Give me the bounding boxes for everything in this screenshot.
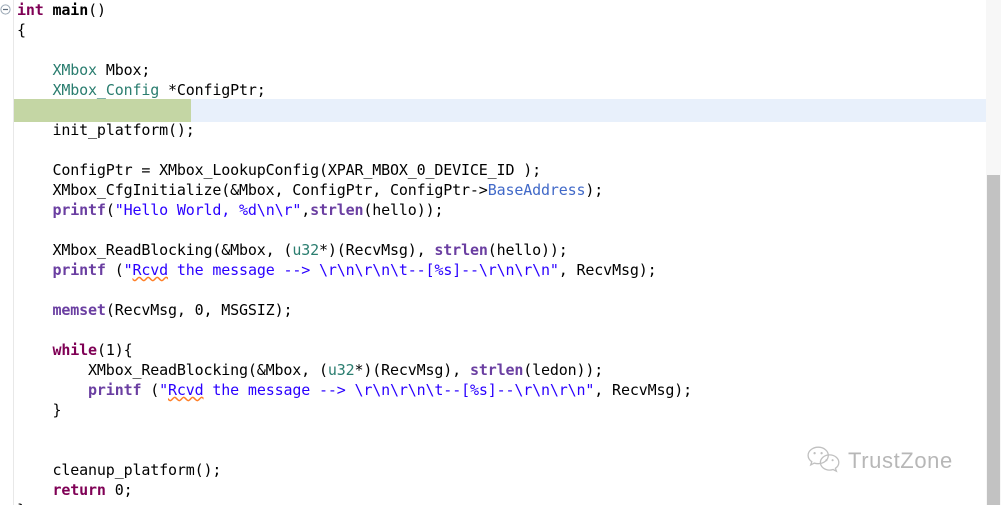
code-token: the message --> \r\n\r\n\t--[%s]--\r\n\r… [168, 261, 559, 279]
code-line[interactable] [13, 280, 692, 300]
code-token: ( [105, 201, 115, 219]
code-token: main [52, 1, 89, 19]
code-line[interactable]: XMbox Mbox; [13, 60, 692, 80]
folding-gutter[interactable] [0, 0, 14, 505]
code-token: (ledon)); [523, 361, 604, 379]
code-line[interactable]: while(1){ [13, 340, 692, 360]
code-token: strlen [469, 361, 524, 379]
code-line[interactable] [13, 220, 692, 240]
code-line[interactable]: ConfigPtr = XMbox_LookupConfig(XPAR_MBOX… [13, 160, 692, 180]
code-line[interactable]: cleanup_platform(); [13, 460, 692, 480]
code-token: () [88, 1, 106, 19]
code-token: strlen [434, 241, 488, 259]
code-token: , RecvMsg); [558, 261, 657, 279]
code-token: u32 [292, 241, 319, 259]
code-token: (RecvMsg, 0, MSGSIZ); [105, 301, 293, 319]
code-token: XMbox_CfgInitialize(&Mbox, ConfigPtr, Co… [17, 181, 488, 199]
code-token: BaseAddress [487, 181, 586, 199]
code-token: , RecvMsg); [594, 381, 692, 399]
vertical-scrollbar-thumb[interactable] [987, 175, 1000, 505]
code-line[interactable]: printf ("Rcvd the message --> \r\n\r\n\t… [13, 380, 692, 400]
code-token: XMbox_ReadBlocking(&Mbox, ( [17, 361, 328, 379]
code-token: (1){ [96, 341, 133, 359]
code-token: } [17, 401, 62, 419]
code-token: printf [52, 261, 106, 279]
code-token: printf [52, 201, 106, 219]
code-line[interactable]: init_platform(); [13, 120, 692, 140]
code-token: u32 [327, 361, 355, 379]
code-line[interactable] [13, 140, 692, 160]
code-line[interactable]: int main() [13, 0, 692, 20]
wechat-icon [806, 445, 840, 477]
code-token: init_platform(); [52, 121, 195, 139]
code-token: *)(RecvMsg), [318, 241, 435, 259]
code-line[interactable]: { [13, 20, 692, 40]
code-token: } [17, 501, 26, 505]
code-line[interactable]: return 0; [13, 480, 692, 500]
code-token: ( [105, 261, 124, 279]
code-token: XMbox_ReadBlocking(&Mbox, ( [17, 241, 293, 259]
code-token: (hello)); [363, 201, 444, 219]
code-token: *ConfigPtr; [159, 81, 266, 99]
watermark: TrustZone [806, 445, 953, 477]
code-token: , [301, 201, 311, 219]
code-token: ( [141, 381, 160, 399]
code-line[interactable]: printf("Hello World, %d\n\r",strlen(hell… [13, 200, 692, 220]
code-line[interactable]: XMbox_ReadBlocking(&Mbox, (u32*)(RecvMsg… [13, 240, 692, 260]
code-line[interactable]: memset(RecvMsg, 0, MSGSIZ); [13, 300, 692, 320]
code-token: 0; [105, 481, 133, 499]
code-token: (hello)); [487, 241, 568, 259]
code-line[interactable]: XMbox_CfgInitialize(&Mbox, ConfigPtr, Co… [13, 180, 692, 200]
code-line[interactable] [13, 440, 692, 460]
code-token: Mbox; [96, 61, 151, 79]
code-token: ); [585, 181, 604, 199]
code-line[interactable] [13, 320, 692, 340]
code-line[interactable]: XMbox_Config *ConfigPtr; [13, 80, 692, 100]
code-line[interactable]: } [13, 500, 692, 505]
code-line[interactable] [13, 40, 692, 60]
code-token: ConfigPtr = XMbox_LookupConfig(XPAR_MBOX… [17, 161, 542, 179]
code-line[interactable]: } [13, 400, 692, 420]
code-token: return [52, 481, 106, 499]
code-line[interactable]: XMbox_ReadBlocking(&Mbox, (u32*)(RecvMsg… [13, 360, 692, 380]
code-token: Rcvd [132, 261, 169, 279]
code-token: int [17, 1, 44, 19]
code-line[interactable]: printf ("Rcvd the message --> \r\n\r\n\t… [13, 260, 692, 280]
code-token: *)(RecvMsg), [354, 361, 470, 379]
code-token: XMbox_Config [52, 81, 160, 99]
code-line[interactable] [13, 100, 692, 120]
code-token: cleanup_platform(); [17, 461, 222, 479]
code-token: the message --> \r\n\r\n\t--[%s]--\r\n\r… [203, 381, 595, 399]
code-token: printf [88, 381, 142, 399]
vertical-scrollbar-track[interactable] [986, 0, 1001, 505]
code-token: Rcvd [168, 381, 204, 399]
code-text[interactable]: int main(){ XMbox Mbox; XMbox_Config *Co… [13, 0, 692, 505]
code-editor-pane[interactable]: int main(){ XMbox Mbox; XMbox_Config *Co… [0, 0, 1001, 505]
code-token: { [17, 21, 26, 39]
code-line[interactable] [13, 420, 692, 440]
code-token: memset [52, 301, 106, 319]
code-token: XMbox [52, 61, 98, 79]
watermark-text: TrustZone [848, 448, 953, 473]
code-token: "Hello World, %d\n\r" [114, 201, 302, 219]
code-token: strlen [310, 201, 364, 219]
code-token: " [159, 381, 168, 399]
code-token: while [52, 341, 98, 359]
fold-collapse-icon[interactable] [0, 4, 11, 15]
